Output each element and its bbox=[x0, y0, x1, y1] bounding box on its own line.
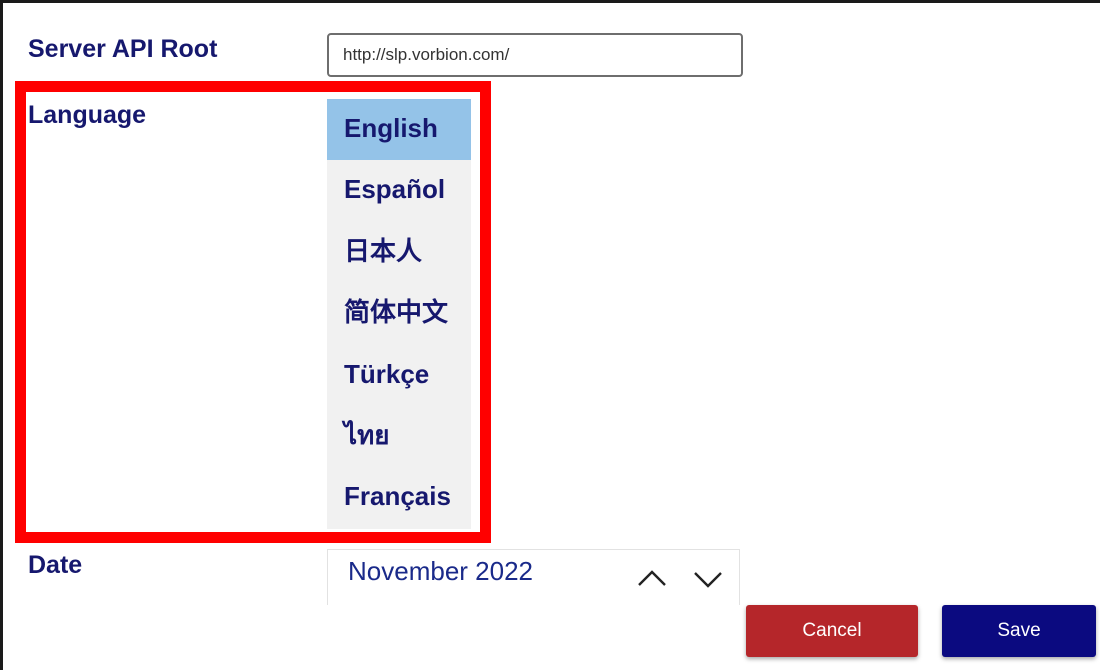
language-label: Language bbox=[28, 101, 147, 129]
date-label: Date bbox=[28, 551, 83, 579]
language-option-english[interactable]: English bbox=[327, 99, 471, 161]
chevron-down-icon[interactable] bbox=[691, 564, 725, 594]
language-option-simplified-chinese[interactable]: 简体中文 bbox=[327, 283, 471, 344]
language-option-turkish[interactable]: Türkçe bbox=[327, 345, 471, 406]
date-value: November 2022 bbox=[348, 556, 533, 586]
settings-panel: Server API Root Language English Español… bbox=[0, 0, 1100, 670]
save-button[interactable]: Save bbox=[942, 605, 1096, 657]
language-option-thai[interactable]: ไทย bbox=[327, 406, 471, 467]
cancel-button[interactable]: Cancel bbox=[746, 605, 918, 657]
language-option-japanese[interactable]: 日本人 bbox=[327, 222, 471, 283]
server-api-root-input[interactable] bbox=[327, 33, 743, 77]
chevron-up-icon[interactable] bbox=[635, 564, 669, 594]
date-picker[interactable]: November 2022 bbox=[327, 549, 740, 605]
language-listbox[interactable]: English Español 日本人 简体中文 Türkçe ไทย Fran… bbox=[327, 99, 471, 529]
language-option-spanish[interactable]: Español bbox=[327, 160, 471, 221]
server-api-root-label: Server API Root bbox=[28, 35, 218, 63]
language-option-french[interactable]: Français bbox=[327, 467, 471, 528]
